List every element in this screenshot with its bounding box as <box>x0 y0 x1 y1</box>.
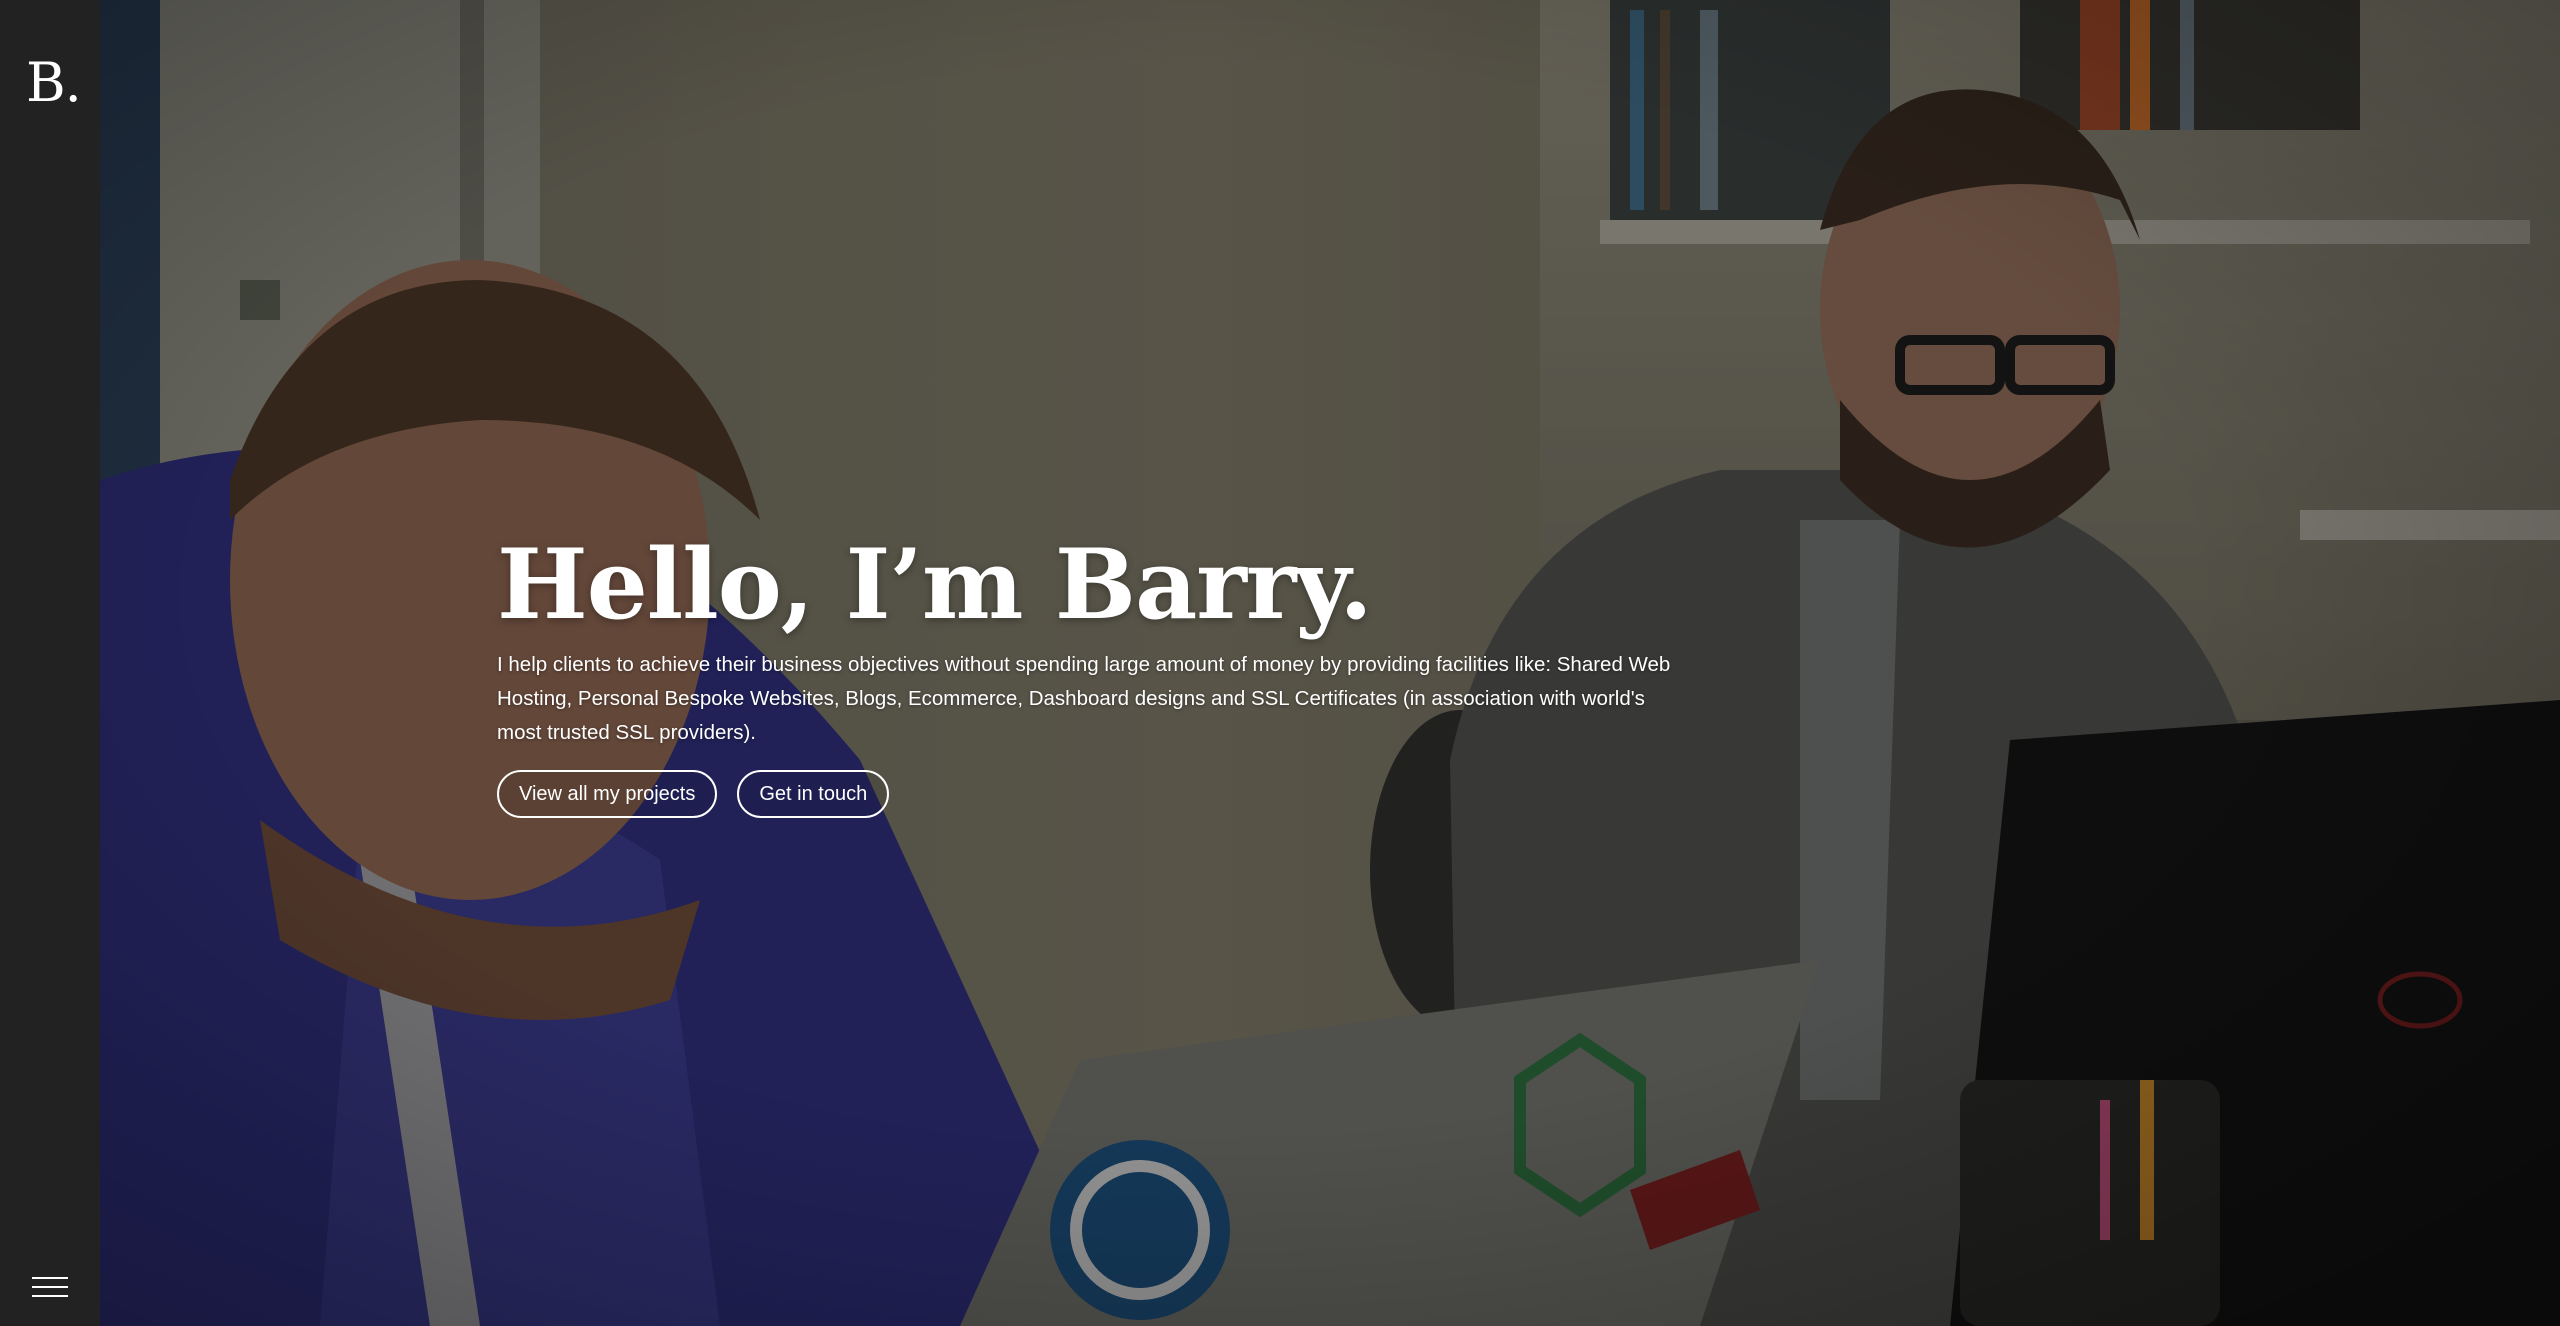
menu-line <box>32 1277 68 1279</box>
get-in-touch-button[interactable]: Get in touch <box>737 770 890 819</box>
sidebar: B. <box>0 0 100 1326</box>
hero-buttons: View all my projects Get in touch <box>497 770 1757 819</box>
menu-line <box>32 1295 68 1297</box>
hero-title: Hello, I’m Barry. <box>497 528 1373 641</box>
view-projects-button[interactable]: View all my projects <box>497 770 718 819</box>
hero-section: Hello, I’m Barry. I help clients to achi… <box>100 0 2560 1326</box>
hamburger-menu-icon[interactable] <box>32 1276 68 1302</box>
hero-description: I help clients to achieve their business… <box>497 653 1671 745</box>
hero-content: Hello, I’m Barry. I help clients to achi… <box>497 528 1757 819</box>
site-logo[interactable]: B. <box>26 56 82 110</box>
menu-line <box>32 1286 68 1288</box>
